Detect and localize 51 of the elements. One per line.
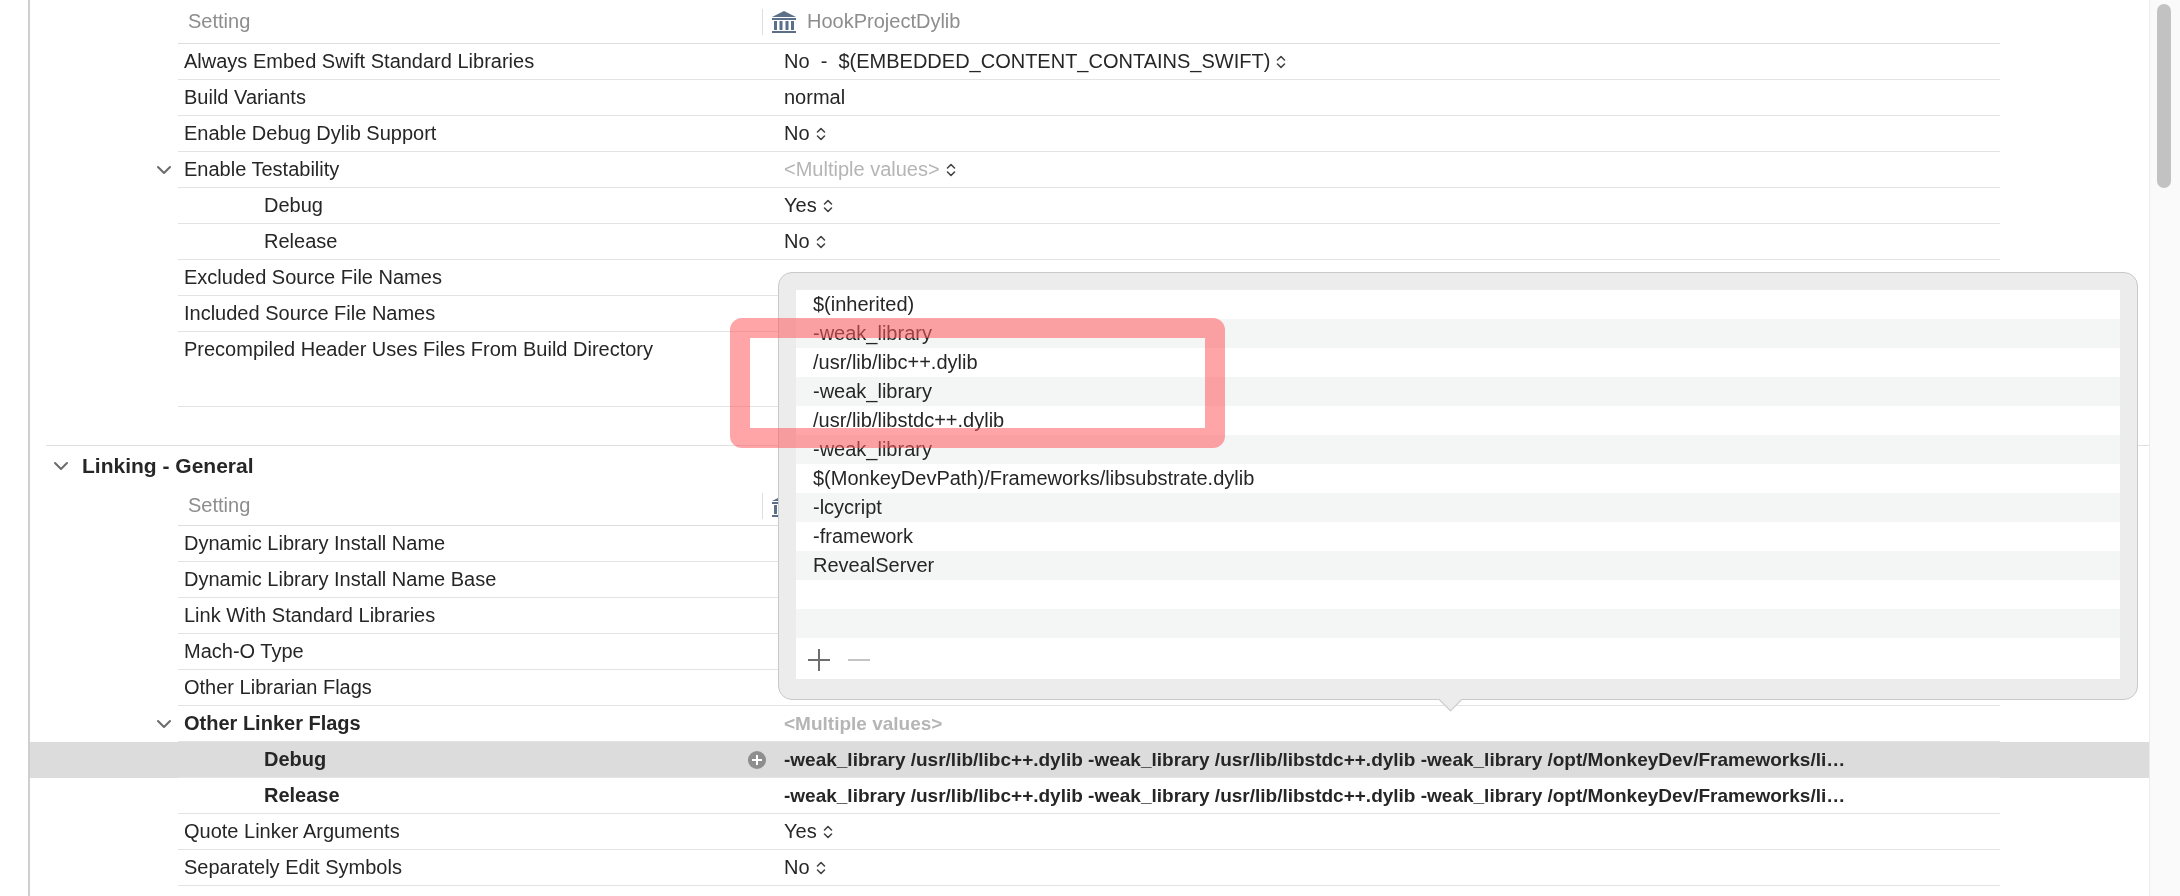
setting-value[interactable]: No - $(EMBEDDED_CONTENT_CONTAINS_SWIFT) <box>784 50 1271 73</box>
setting-value: -weak_library /usr/lib/libc++.dylib -weak_library /usr/lib/libstdc++.dylib -weak_library /opt/MonkeyDev/Frameworks/li… <box>784 784 1846 807</box>
list-item[interactable]: /usr/lib/libstdc++.dylib <box>796 406 2120 435</box>
setting-row[interactable]: Separately Edit Symbols No <box>30 850 2149 886</box>
setting-name: Debug <box>263 748 327 771</box>
setting-row[interactable]: Release No <box>30 224 2149 260</box>
setting-row[interactable]: Debug Yes <box>30 188 2149 224</box>
setting-value[interactable]: Yes <box>784 194 817 217</box>
setting-name: Dynamic Library Install Name <box>183 532 446 555</box>
setting-name: Build Variants <box>183 86 306 109</box>
list-item[interactable]: -lcycript <box>796 493 2120 522</box>
setting-value[interactable]: No <box>784 856 810 879</box>
setting-name: Other Linker Flags <box>183 712 361 735</box>
setting-name: Always Embed Swift Standard Libraries <box>183 50 535 73</box>
setting-value: -weak_library /usr/lib/libc++.dylib -weak_library /usr/lib/libstdc++.dylib -weak_library /opt/MonkeyDev/Frameworks/li… <box>784 748 1846 771</box>
setting-value: <Multiple values> <box>784 712 943 735</box>
setting-row[interactable]: Always Embed Swift Standard Libraries No - $(EMBEDDED_CONTENT_CONTAINS_SWIFT) <box>30 44 2149 80</box>
setting-name: Separately Edit Symbols <box>183 856 402 879</box>
setting-value: normal <box>784 86 846 109</box>
setting-name: Debug <box>263 194 323 217</box>
setting-value[interactable]: No <box>784 122 810 145</box>
setting-name: Precompiled Header Uses Files From Build Directory <box>183 338 654 361</box>
list-item[interactable]: /usr/lib/libc++.dylib <box>796 348 2120 377</box>
setting-row[interactable]: Enable Testability <Multiple values> <box>30 152 2149 188</box>
setting-name: Enable Debug Dylib Support <box>183 122 437 145</box>
setting-row[interactable]: Build Variants normal <box>30 80 2149 116</box>
setting-row[interactable]: Enable Debug Dylib Support No <box>30 116 2149 152</box>
list-item[interactable]: $(MonkeyDevPath)/Frameworks/libsubstrate.dylib <box>796 464 2120 493</box>
setting-name: Release <box>263 230 338 253</box>
list-item[interactable]: $(inherited) <box>796 290 2120 319</box>
setting-name: Included Source File Names <box>183 302 436 325</box>
list-item[interactable]: RevealServer <box>796 551 2120 580</box>
setting-value[interactable]: Yes <box>784 820 817 843</box>
setting-name: Link With Standard Libraries <box>183 604 436 627</box>
setting-row[interactable]: Release -weak_library /usr/lib/libc++.dylib -weak_library /usr/lib/libstdc++.dylib -weak_library /opt/MonkeyDev/Frameworks/li… <box>30 778 2149 814</box>
setting-row[interactable]: Quote Linker Arguments Yes <box>30 814 2149 850</box>
setting-name: Enable Testability <box>183 158 340 181</box>
setting-name: Dynamic Library Install Name Base <box>183 568 497 591</box>
setting-row[interactable]: Debug -weak_library /usr/lib/libc++.dylib -weak_library /usr/lib/libstdc++.dylib -weak_library /opt/MonkeyDev/Frameworks/li… <box>30 742 2149 778</box>
setting-name: Other Librarian Flags <box>183 676 372 699</box>
section-title: Linking - General <box>82 454 254 478</box>
setting-value[interactable]: No <box>784 230 810 253</box>
list-item[interactable]: -weak_library <box>796 377 2120 406</box>
column-header: Setting <box>187 494 252 517</box>
setting-name: Quote Linker Arguments <box>183 820 400 843</box>
setting-name: Mach-O Type <box>183 640 304 663</box>
setting-name: Excluded Source File Names <box>183 266 442 289</box>
setting-name: Release <box>263 784 340 807</box>
list-item[interactable]: -framework <box>796 522 2120 551</box>
column-header: Setting <box>187 10 252 33</box>
target-name: HookProjectDylib <box>807 10 961 33</box>
